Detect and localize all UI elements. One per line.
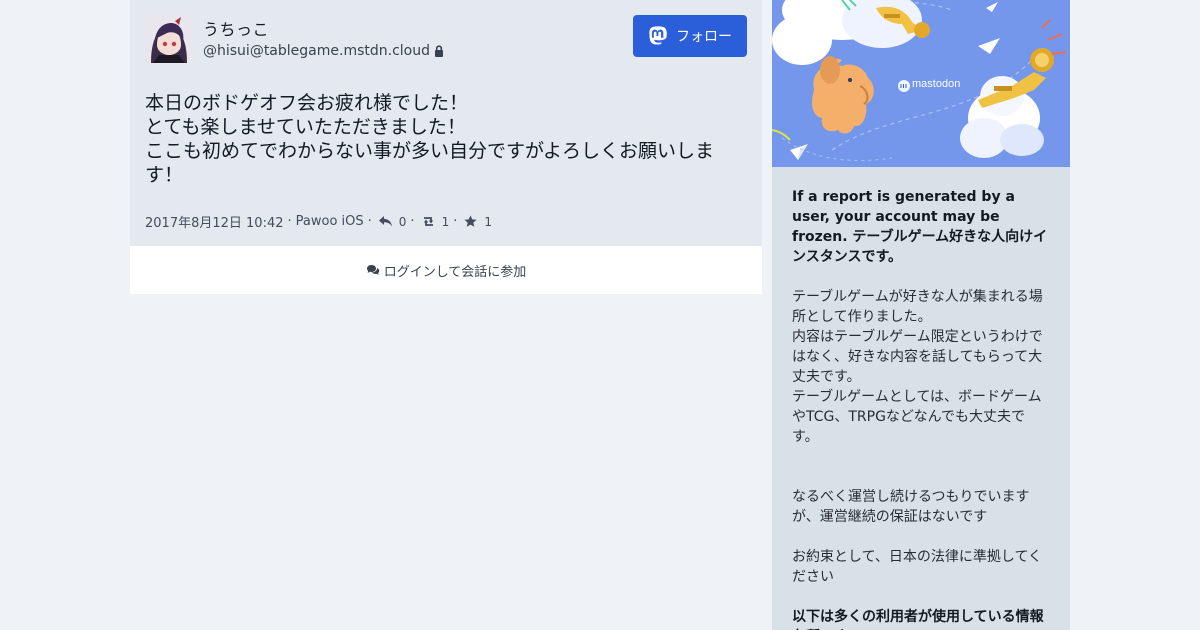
server-info-sidebar: mastodon If a report is generated by a u…	[772, 0, 1070, 630]
reply-icon	[378, 215, 393, 228]
boosts-count: 1	[441, 214, 450, 229]
status-line: ここも初めてでわからない事が多い自分ですがよろしくお願いしま	[145, 140, 715, 162]
meta-separator: ·	[287, 214, 292, 229]
meta-separator: ·	[367, 214, 372, 229]
law-note: お約束として、日本の法律に準拠してください	[792, 549, 1043, 585]
boost-icon	[421, 215, 436, 228]
account-handle-row: @hisui@tablegame.mstdn.cloud	[203, 43, 444, 59]
replies-count: 0	[398, 214, 407, 229]
star-icon	[463, 215, 478, 228]
account-handle[interactable]: @hisui@tablegame.mstdn.cloud	[203, 43, 430, 59]
meta-separator: ·	[410, 214, 415, 229]
server-headline: If a report is generated by a user, your…	[792, 189, 1048, 265]
status-line: 本日のボドゲオフ会お疲れ様でした！	[145, 92, 469, 114]
status-timestamp[interactable]: 2017年8月12日 10:42	[145, 212, 284, 231]
server-hero-illustration: mastodon	[772, 0, 1070, 167]
login-to-join-conversation-link[interactable]: ログインして会話に参加	[130, 246, 762, 294]
mastodon-icon	[648, 26, 668, 46]
status-meta: 2017年8月12日 10:42 · Pawoo iOS · 0 · 1 · 1	[145, 212, 492, 231]
description-paragraph: 内容はテーブルゲーム限定というわけではなく、好きな内容を話してもらって大丈夫です…	[792, 329, 1043, 385]
display-name[interactable]: うちっこ	[203, 16, 269, 40]
status-line: とても楽しませていたただきました！	[145, 116, 466, 138]
status-card: うちっこ @hisui@tablegame.mstdn.cloud フォロー 本…	[130, 0, 762, 246]
description-paragraph: テーブルゲームが好きな人が集まれる場所として作りました。	[792, 289, 1043, 325]
status-line: す！	[145, 164, 184, 186]
meta-separator: ·	[453, 214, 458, 229]
status-application[interactable]: Pawoo iOS	[296, 214, 364, 229]
status-content: 本日のボドゲオフ会お疲れ様でした！ とても楽しませていたただきました！ ここも初…	[145, 91, 725, 187]
follow-button-label: フォロー	[676, 29, 732, 45]
comments-icon	[366, 264, 380, 276]
hero-logo-text: mastodon	[912, 78, 961, 90]
description-paragraph: テーブルゲームとしては、ボードゲームやTCG、TRPGなどなんでも大丈夫です。	[792, 389, 1042, 445]
avatar[interactable]	[145, 15, 193, 63]
info-heading: 以下は多くの利用者が使用している情報各種です。	[792, 609, 1044, 630]
lock-icon	[434, 45, 444, 57]
login-bar-label: ログインして会話に参加	[383, 264, 527, 280]
server-description: If a report is generated by a user, your…	[792, 187, 1050, 630]
follow-button[interactable]: フォロー	[633, 15, 747, 57]
favourites-count: 1	[484, 214, 492, 229]
operation-note: なるべく運営し続けるつもりでいますが、運営継続の保証はないです	[792, 489, 1030, 525]
